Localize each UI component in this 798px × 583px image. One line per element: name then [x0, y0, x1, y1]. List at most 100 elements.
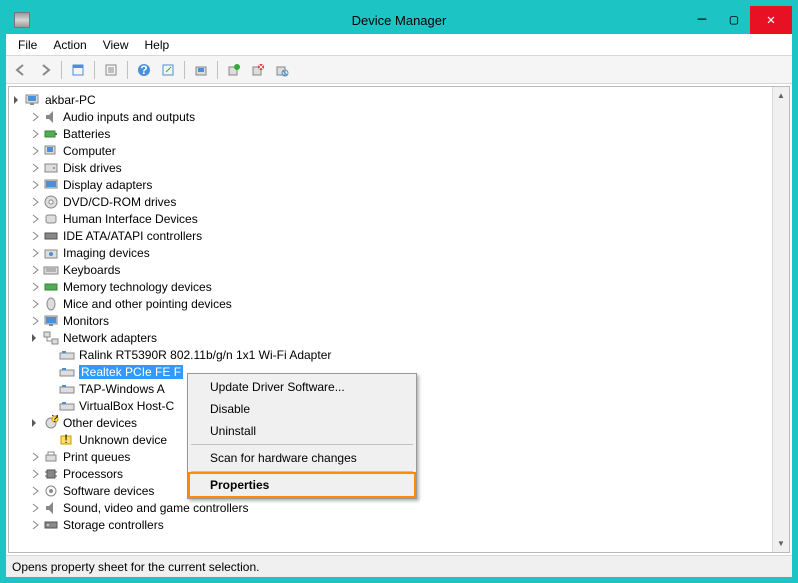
tree-item[interactable]: Human Interface Devices — [11, 210, 770, 227]
device-tree: akbar-PC Audio inputs and outputsBatteri… — [9, 87, 772, 552]
tree-label: akbar-PC — [45, 93, 96, 107]
device-icon — [43, 126, 59, 142]
menubar: File Action View Help — [6, 34, 792, 56]
tree-item[interactable]: Disk drives — [11, 159, 770, 176]
expand-icon[interactable] — [29, 196, 41, 208]
tree-label: Storage controllers — [63, 518, 164, 532]
tree-item[interactable]: Batteries — [11, 125, 770, 142]
tree-item[interactable]: DVD/CD-ROM drives — [11, 193, 770, 210]
tree-label: Network adapters — [63, 331, 157, 345]
tree-item[interactable]: Mice and other pointing devices — [11, 295, 770, 312]
scroll-down-button[interactable]: ▼ — [773, 535, 789, 552]
toolbar-separator — [94, 61, 95, 79]
scroll-up-button[interactable]: ▲ — [773, 87, 789, 104]
expand-icon[interactable] — [29, 128, 41, 140]
expand-icon[interactable] — [29, 519, 41, 531]
tree-label: IDE ATA/ATAPI controllers — [63, 229, 202, 243]
cm-separator — [191, 444, 413, 445]
expand-icon[interactable] — [29, 179, 41, 191]
menu-action[interactable]: Action — [45, 36, 94, 54]
back-button[interactable] — [10, 59, 32, 81]
tree-label: Software devices — [63, 484, 154, 498]
expand-icon[interactable] — [29, 111, 41, 123]
expand-icon[interactable] — [29, 230, 41, 242]
expand-icon[interactable] — [29, 298, 41, 310]
expand-icon[interactable] — [29, 145, 41, 157]
device-icon — [43, 211, 59, 227]
expand-icon[interactable] — [29, 315, 41, 327]
maximize-button[interactable]: ▢ — [718, 6, 750, 34]
device-icon — [43, 313, 59, 329]
tree-label: Memory technology devices — [63, 280, 212, 294]
expand-icon[interactable] — [29, 281, 41, 293]
toolbar-separator — [127, 61, 128, 79]
close-button[interactable]: ✕ — [750, 6, 792, 34]
tree-item[interactable]: Audio inputs and outputs — [11, 108, 770, 125]
cm-scan[interactable]: Scan for hardware changes — [190, 447, 414, 469]
tree-label: Computer — [63, 144, 116, 158]
network-adapter-icon — [59, 364, 75, 380]
tree-item-network[interactable]: Network adapters — [11, 329, 770, 346]
vertical-scrollbar[interactable]: ▲ ▼ — [772, 87, 789, 552]
tree-item[interactable]: Display adapters — [11, 176, 770, 193]
tree-root[interactable]: akbar-PC — [11, 91, 770, 108]
device-icon — [43, 194, 59, 210]
device-icon — [43, 279, 59, 295]
menu-file[interactable]: File — [10, 36, 45, 54]
device-icon — [43, 466, 59, 482]
tree-item[interactable]: Memory technology devices — [11, 278, 770, 295]
status-text: Opens property sheet for the current sel… — [12, 560, 259, 574]
tree-label: Ralink RT5390R 802.11b/g/n 1x1 Wi-Fi Ada… — [79, 348, 331, 362]
disable-button[interactable] — [271, 59, 293, 81]
properties-button[interactable] — [100, 59, 122, 81]
network-adapter-icon — [59, 398, 75, 414]
window-title: Device Manager — [352, 13, 447, 28]
tree-label: Unknown device — [79, 433, 167, 447]
tree-item[interactable]: Monitors — [11, 312, 770, 329]
tree-item[interactable]: Keyboards — [11, 261, 770, 278]
uninstall-button[interactable] — [247, 59, 269, 81]
expand-icon[interactable] — [29, 162, 41, 174]
menu-help[interactable]: Help — [137, 36, 178, 54]
toolbar: ? — [6, 56, 792, 84]
tree-item[interactable]: IDE ATA/ATAPI controllers — [11, 227, 770, 244]
forward-button[interactable] — [34, 59, 56, 81]
network-icon — [43, 330, 59, 346]
device-icon — [43, 517, 59, 533]
svg-text:?: ? — [52, 415, 59, 425]
tree-item[interactable]: Imaging devices — [11, 244, 770, 261]
device-icon — [43, 262, 59, 278]
menu-view[interactable]: View — [95, 36, 137, 54]
toolbar-button[interactable] — [157, 59, 179, 81]
tree-item[interactable]: Computer — [11, 142, 770, 159]
minimize-button[interactable]: ─ — [686, 6, 718, 34]
cm-properties[interactable]: Properties — [188, 472, 416, 498]
cm-disable[interactable]: Disable — [190, 398, 414, 420]
cm-update-driver[interactable]: Update Driver Software... — [190, 376, 414, 398]
tree-label: DVD/CD-ROM drives — [63, 195, 176, 209]
help-button[interactable]: ? — [133, 59, 155, 81]
expand-icon[interactable] — [29, 502, 41, 514]
expand-icon[interactable] — [29, 485, 41, 497]
show-hide-button[interactable] — [67, 59, 89, 81]
collapse-icon[interactable] — [29, 417, 41, 429]
other-devices-icon: ? — [43, 415, 59, 431]
cm-uninstall[interactable]: Uninstall — [190, 420, 414, 442]
collapse-icon[interactable] — [29, 332, 41, 344]
tree-item[interactable]: Ralink RT5390R 802.11b/g/n 1x1 Wi-Fi Ada… — [11, 346, 770, 363]
collapse-icon[interactable] — [11, 94, 23, 106]
expand-icon[interactable] — [29, 451, 41, 463]
expand-icon[interactable] — [29, 213, 41, 225]
tree-item[interactable]: Sound, video and game controllers — [11, 499, 770, 516]
content-area: akbar-PC Audio inputs and outputsBatteri… — [8, 86, 790, 553]
scan-button[interactable] — [190, 59, 212, 81]
expand-icon[interactable] — [29, 247, 41, 259]
tree-label: Monitors — [63, 314, 109, 328]
expand-icon[interactable] — [29, 468, 41, 480]
titlebar: Device Manager ─ ▢ ✕ — [6, 6, 792, 34]
unknown-device-icon: ! — [59, 432, 75, 448]
update-driver-button[interactable] — [223, 59, 245, 81]
device-icon — [43, 228, 59, 244]
tree-item[interactable]: Storage controllers — [11, 516, 770, 533]
expand-icon[interactable] — [29, 264, 41, 276]
